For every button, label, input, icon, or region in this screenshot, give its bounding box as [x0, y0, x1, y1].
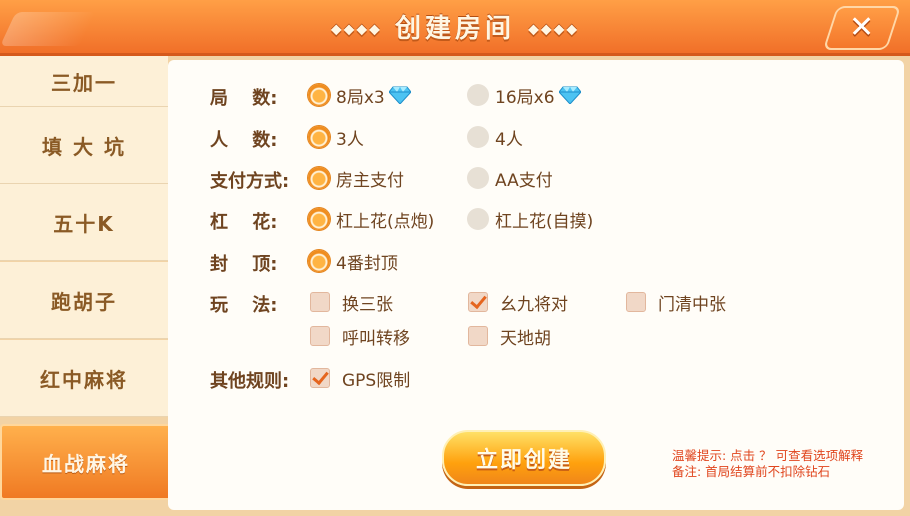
- players-option-4[interactable]: 4人: [467, 124, 523, 150]
- option-label: 4番封顶: [336, 253, 398, 274]
- close-icon: ✕: [849, 10, 875, 45]
- play-option-hujiao[interactable]: 呼叫转移: [310, 323, 410, 349]
- cap-option-4fan[interactable]: 4番封顶: [308, 248, 398, 274]
- option-label: 房主支付: [336, 170, 404, 191]
- radio-unselected-icon: [467, 126, 489, 148]
- sidebar-item-paohuzi[interactable]: 跑胡子: [0, 262, 168, 339]
- option-label: 换三张: [342, 294, 393, 315]
- payment-option-aa[interactable]: AA支付: [467, 165, 553, 191]
- checkbox-unchecked-icon: [468, 326, 488, 346]
- title-text: 创建房间: [394, 14, 515, 44]
- radio-selected-icon: [308, 167, 330, 189]
- radio-unselected-icon: [467, 84, 489, 106]
- option-label: 杠上花(自摸): [495, 211, 594, 232]
- rounds-option-8[interactable]: 8局x3: [308, 82, 411, 108]
- radio-selected-icon: [308, 250, 330, 272]
- option-label: 3人: [336, 129, 364, 150]
- checkbox-checked-icon: [468, 292, 488, 312]
- other-rules-label: 其他规则:: [210, 371, 290, 392]
- payment-option-owner[interactable]: 房主支付: [308, 165, 404, 191]
- checkbox-unchecked-icon: [310, 292, 330, 312]
- option-label: AA支付: [495, 170, 553, 191]
- checkbox-unchecked-icon: [310, 326, 330, 346]
- play-option-huansanzhang[interactable]: 换三张: [310, 289, 393, 315]
- payment-label: 支付方式:: [210, 171, 290, 192]
- game-sidebar: 三加一 填 大 坑 五十K 跑胡子 红中麻将 血战麻将: [0, 56, 172, 501]
- checkbox-unchecked-icon: [626, 292, 646, 312]
- play-option-tiandihu[interactable]: 天地胡: [468, 323, 551, 349]
- title-decoration-left: ◆◆◆◆: [330, 21, 382, 38]
- players-label: 人 数:: [210, 130, 278, 151]
- radio-unselected-icon: [467, 167, 489, 189]
- ganghua-label: 杠 花:: [210, 212, 278, 233]
- cap-label: 封 顶:: [210, 254, 278, 275]
- option-label: GPS限制: [342, 370, 411, 391]
- create-room-button[interactable]: 立即创建: [442, 430, 606, 486]
- sidebar-item-sanjiayi[interactable]: 三加一: [0, 56, 168, 107]
- hint-line-1: 温馨提示: 点击 ？ 可查看选项解释: [672, 448, 864, 463]
- radio-selected-icon: [308, 208, 330, 230]
- option-label: 门清中张: [658, 294, 726, 315]
- sidebar-item-xuezhan[interactable]: 血战麻将: [0, 424, 172, 500]
- sidebar-item-wushik[interactable]: 五十K: [0, 184, 168, 261]
- option-label: 幺九将对: [500, 294, 568, 315]
- option-label: 16局x6: [495, 87, 555, 108]
- ganghua-option-zimo[interactable]: 杠上花(自摸): [467, 206, 593, 232]
- diamond-icon: [388, 86, 411, 104]
- page-title: ◆◆◆◆ 创建房间 ◆◆◆◆: [0, 8, 910, 45]
- checkbox-checked-icon: [310, 368, 330, 388]
- option-label: 4人: [495, 129, 523, 150]
- header-bar: ◆◆◆◆ 创建房间 ◆◆◆◆ ✕: [0, 0, 910, 56]
- players-option-3[interactable]: 3人: [308, 124, 364, 150]
- option-label: 天地胡: [500, 328, 551, 349]
- hint-line-2: 备注: 首局结算前不扣除钻石: [672, 464, 831, 479]
- option-label: 呼叫转移: [342, 328, 410, 349]
- title-decoration-right: ◆◆◆◆: [528, 21, 580, 38]
- sidebar-item-tiandakeng[interactable]: 填 大 坑: [0, 107, 168, 184]
- radio-unselected-icon: [467, 208, 489, 230]
- option-label: 杠上花(点炮): [336, 211, 435, 232]
- create-room-dialog: ◆◆◆◆ 创建房间 ◆◆◆◆ ✕ 三加一 填 大 坑 五十K 跑胡子 红中麻将 …: [0, 0, 910, 516]
- play-label: 玩 法:: [210, 295, 278, 316]
- diamond-icon: [558, 86, 581, 104]
- rounds-label: 局 数:: [210, 88, 278, 109]
- play-option-yaojiu[interactable]: 幺九将对: [468, 289, 568, 315]
- option-label: 8局x3: [336, 87, 385, 108]
- hint-text: 温馨提示: 点击 ？ 可查看选项解释 备注: 首局结算前不扣除钻石: [672, 448, 863, 480]
- radio-selected-icon: [308, 84, 330, 106]
- sidebar-item-hongzhong[interactable]: 红中麻将: [0, 340, 168, 417]
- ganghua-option-dianpao[interactable]: 杠上花(点炮): [308, 206, 434, 232]
- play-option-menqing[interactable]: 门清中张: [626, 289, 726, 315]
- rounds-option-16[interactable]: 16局x6: [467, 82, 581, 108]
- radio-selected-icon: [308, 126, 330, 148]
- other-option-gps[interactable]: GPS限制: [310, 365, 410, 391]
